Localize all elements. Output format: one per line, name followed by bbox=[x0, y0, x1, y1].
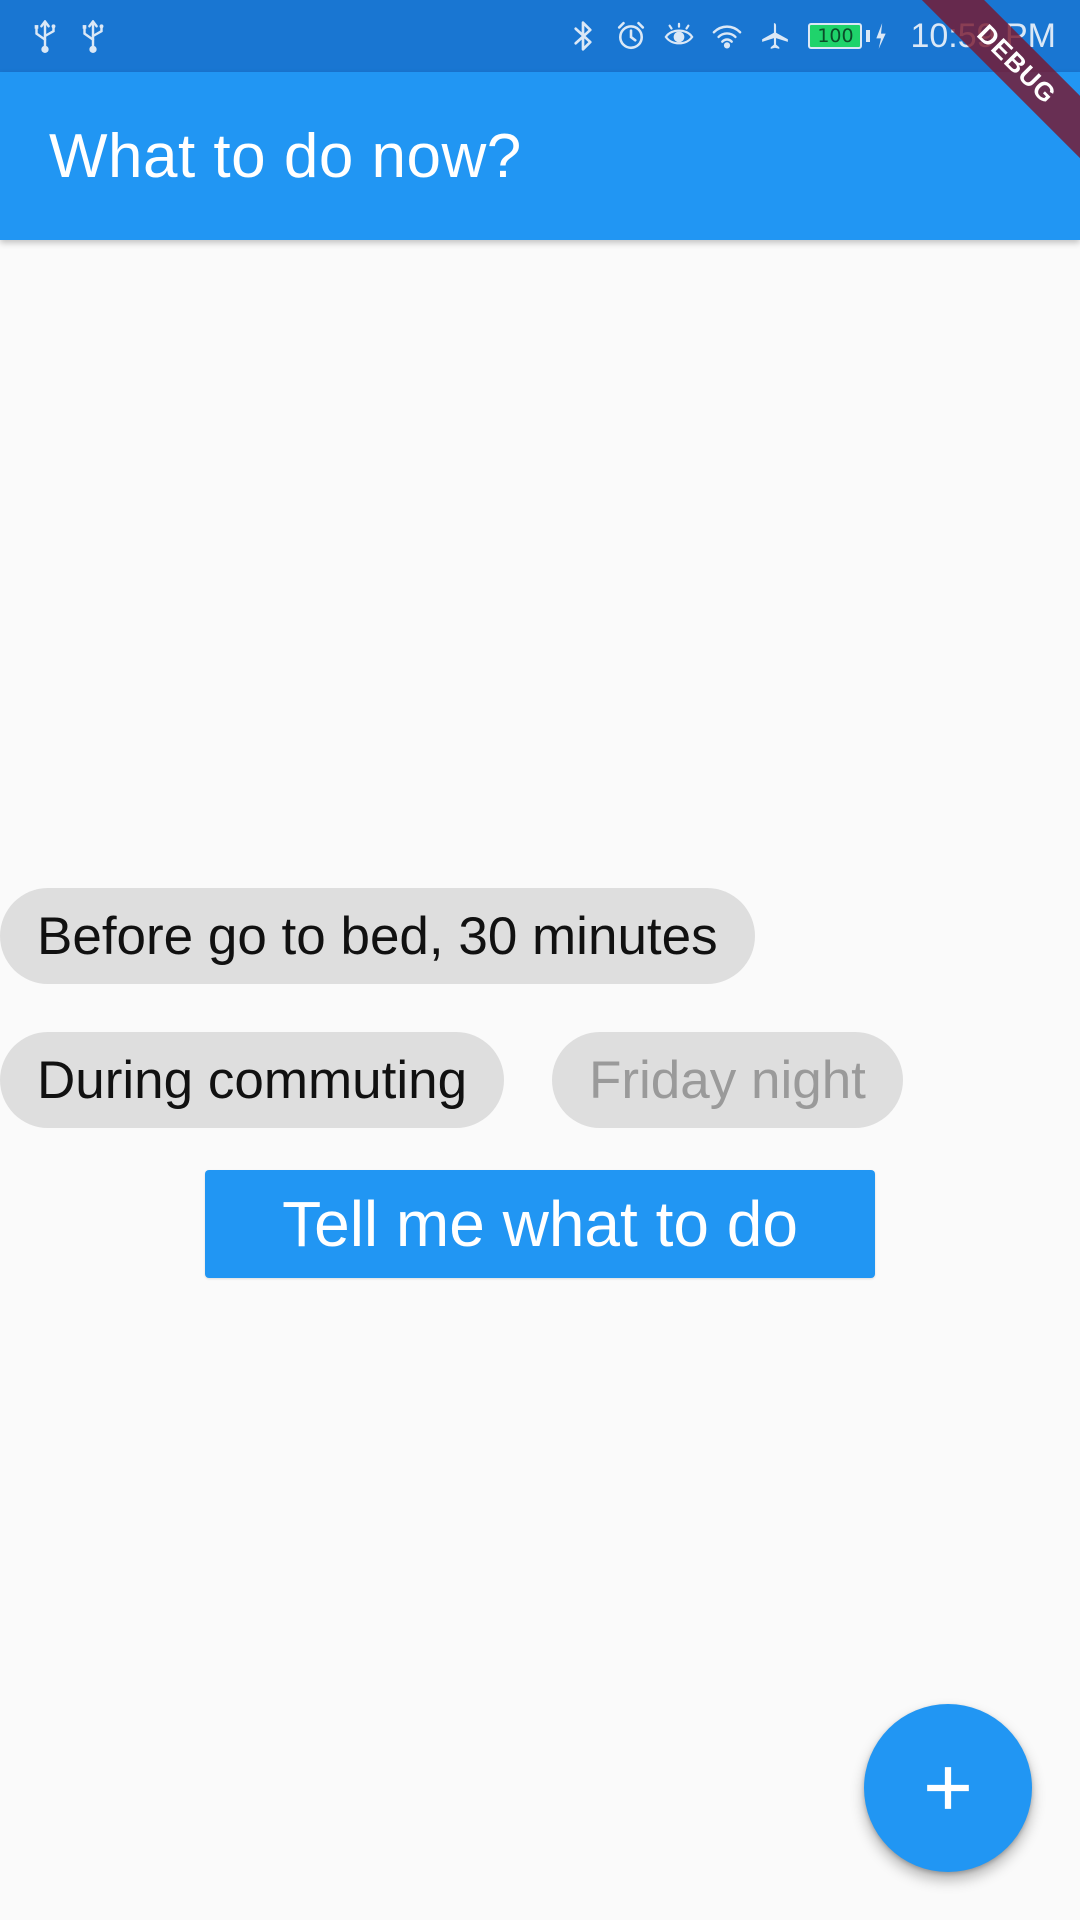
app-screen: 100 10:59 PM DEBUG What to do now? Befor… bbox=[0, 0, 1080, 1920]
battery-tip bbox=[866, 30, 871, 42]
chip-before-bed[interactable]: Before go to bed, 30 minutes bbox=[0, 888, 755, 984]
charging-icon bbox=[874, 19, 888, 53]
plus-icon bbox=[923, 1763, 973, 1813]
battery-indicator: 100 bbox=[808, 19, 888, 53]
tell-me-button[interactable]: Tell me what to do bbox=[205, 1170, 875, 1278]
status-left-icons bbox=[30, 19, 108, 53]
battery-level: 100 bbox=[808, 23, 863, 49]
airplane-icon bbox=[760, 19, 790, 53]
status-right-icons: 100 10:59 PM bbox=[568, 17, 1056, 56]
eye-icon bbox=[664, 19, 694, 53]
alarm-icon bbox=[616, 19, 646, 53]
page-title: What to do now? bbox=[49, 121, 522, 191]
usb-icon bbox=[30, 19, 60, 53]
bluetooth-icon bbox=[568, 19, 598, 53]
wifi-icon bbox=[712, 19, 742, 53]
add-fab-button[interactable] bbox=[864, 1704, 1032, 1872]
usb-icon bbox=[78, 19, 108, 53]
status-bar: 100 10:59 PM bbox=[0, 0, 1080, 72]
chip-friday-night[interactable]: Friday night bbox=[552, 1032, 903, 1128]
app-bar: What to do now? bbox=[0, 72, 1080, 240]
chip-commuting[interactable]: During commuting bbox=[0, 1032, 505, 1128]
status-time: 10:59 PM bbox=[910, 16, 1056, 55]
